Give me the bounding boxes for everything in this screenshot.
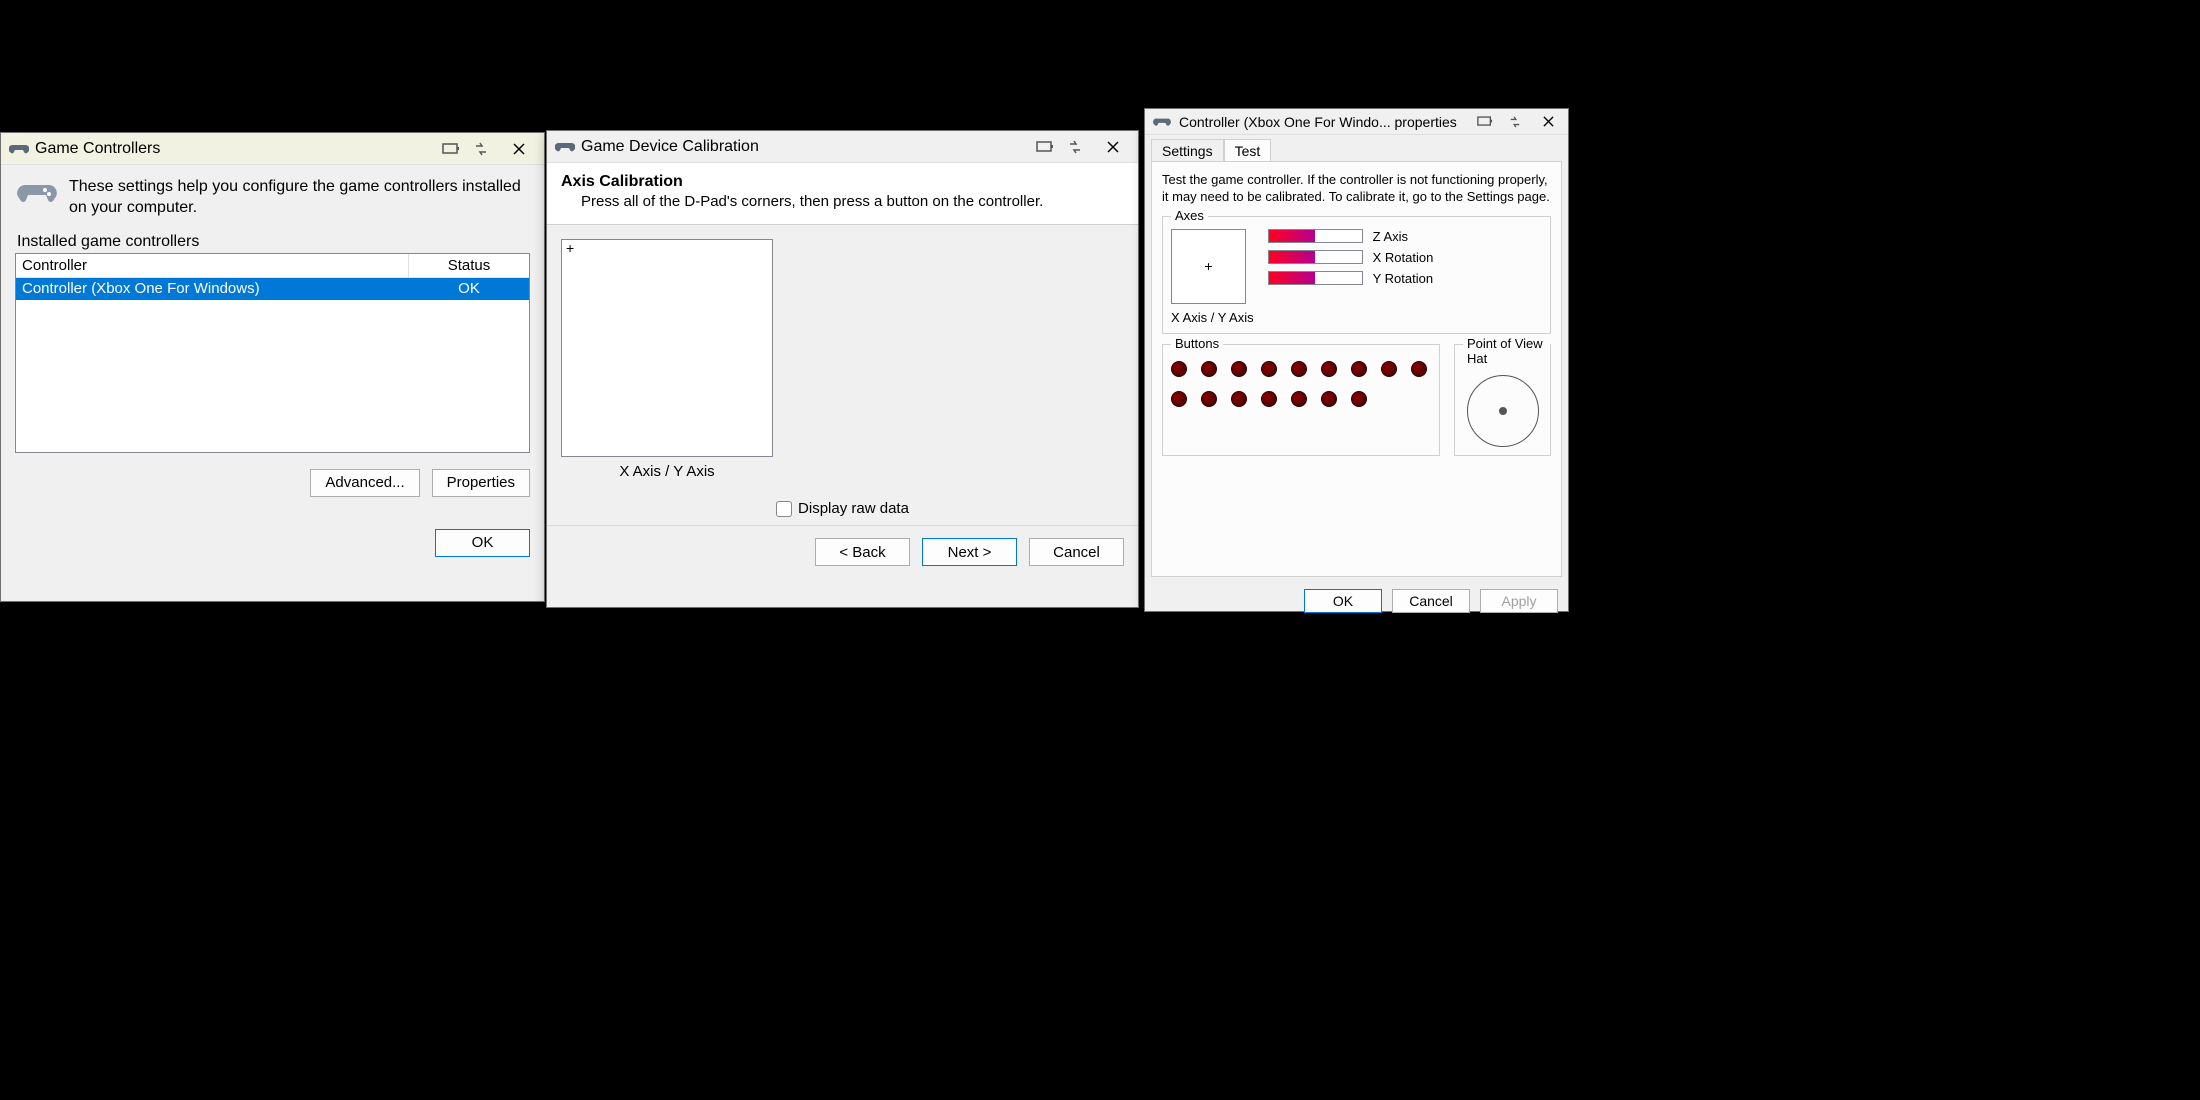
- xy-crosshair: +: [1204, 258, 1212, 274]
- row-controller-name: Controller (Xbox One For Windows): [16, 278, 409, 300]
- display-raw-data-checkbox[interactable]: [776, 501, 792, 517]
- axis-bar-row: X Rotation: [1268, 250, 1434, 265]
- monitor-icon: [442, 142, 460, 156]
- axis-bar: [1268, 250, 1363, 264]
- button-indicator: [1321, 391, 1337, 407]
- refresh-arrows-icon: [1506, 115, 1524, 129]
- list-header: Controller Status: [16, 254, 529, 278]
- axis-bar-row: Y Rotation: [1268, 271, 1434, 286]
- pov-hat-dot: [1499, 407, 1507, 415]
- titlebar-extra-icons: [1476, 115, 1524, 129]
- tab-settings[interactable]: Settings: [1151, 139, 1224, 162]
- axis-crosshair: +: [566, 240, 574, 256]
- installed-controllers-label: Installed game controllers: [1, 227, 544, 253]
- properties-button[interactable]: Properties: [432, 469, 530, 497]
- axis-bar-label: Z Axis: [1373, 229, 1408, 244]
- titlebar[interactable]: Game Device Calibration: [547, 131, 1138, 163]
- close-button[interactable]: [498, 134, 540, 164]
- test-tab-pane: Test the game controller. If the control…: [1151, 161, 1562, 577]
- axis-label: X Axis / Y Axis: [561, 463, 773, 480]
- intro-text: These settings help you configure the ga…: [69, 177, 528, 219]
- buttons-legend: Buttons: [1171, 336, 1223, 351]
- axis-bar-label: Y Rotation: [1373, 271, 1433, 286]
- button-indicator: [1381, 361, 1397, 377]
- calibration-wizard-dialog: Game Device Calibration Axis Calibration…: [546, 130, 1139, 608]
- button-indicator: [1411, 361, 1427, 377]
- button-indicator: [1291, 391, 1307, 407]
- ok-button[interactable]: OK: [435, 529, 530, 557]
- button-indicator: [1351, 361, 1367, 377]
- advanced-button[interactable]: Advanced...: [310, 469, 419, 497]
- button-indicator: [1201, 391, 1217, 407]
- axis-calibration-box[interactable]: +: [561, 239, 773, 457]
- refresh-arrows-icon: [1066, 140, 1084, 154]
- button-indicator: [1261, 391, 1277, 407]
- apply-button[interactable]: Apply: [1480, 589, 1558, 613]
- axis-bar-row: Z Axis: [1268, 229, 1434, 244]
- titlebar-extra-icons: [1036, 140, 1084, 154]
- pov-hat-legend: Point of View Hat: [1463, 336, 1550, 366]
- pov-hat-indicator[interactable]: [1467, 375, 1539, 447]
- xy-axis-box[interactable]: +: [1171, 229, 1246, 304]
- axis-bar-label: X Rotation: [1373, 250, 1434, 265]
- axes-legend: Axes: [1171, 208, 1208, 223]
- list-row[interactable]: Controller (Xbox One For Windows) OK: [16, 278, 529, 300]
- back-button[interactable]: < Back: [815, 538, 910, 566]
- column-status[interactable]: Status: [409, 254, 529, 277]
- titlebar-extra-icons: [442, 142, 490, 156]
- axis-bar: [1268, 229, 1363, 243]
- next-button[interactable]: Next >: [922, 538, 1017, 566]
- button-indicator: [1351, 391, 1367, 407]
- dialog-title: Controller (Xbox One For Windo... proper…: [1179, 114, 1457, 130]
- monitor-icon: [1036, 140, 1054, 154]
- button-indicator: [1231, 361, 1247, 377]
- button-indicator: [1171, 361, 1187, 377]
- cancel-button[interactable]: Cancel: [1392, 589, 1470, 613]
- controller-list[interactable]: Controller Status Controller (Xbox One F…: [15, 253, 530, 453]
- button-indicator: [1291, 361, 1307, 377]
- game-controllers-dialog: Game Controllers These settings help you…: [0, 132, 545, 602]
- wizard-section-title: Axis Calibration: [561, 173, 1124, 191]
- axes-group: Axes + X Axis / Y Axis Z AxisX RotationY…: [1162, 216, 1551, 334]
- dialog-title: Game Controllers: [35, 140, 160, 158]
- display-raw-data-label: Display raw data: [798, 500, 909, 517]
- button-indicator: [1171, 391, 1187, 407]
- test-description: Test the game controller. If the control…: [1162, 172, 1551, 206]
- gamepad-icon: [555, 139, 575, 155]
- buttons-group: Buttons: [1162, 344, 1440, 456]
- button-indicator: [1231, 391, 1247, 407]
- button-indicator: [1321, 361, 1337, 377]
- titlebar[interactable]: Game Controllers: [1, 133, 544, 165]
- controller-properties-dialog: Controller (Xbox One For Windo... proper…: [1144, 108, 1569, 612]
- close-button[interactable]: [1532, 110, 1564, 134]
- axis-bar: [1268, 271, 1363, 285]
- gamepad-icon: [9, 141, 29, 157]
- ok-button[interactable]: OK: [1304, 589, 1382, 613]
- cancel-button[interactable]: Cancel: [1029, 538, 1124, 566]
- column-controller[interactable]: Controller: [16, 254, 409, 277]
- pov-hat-group: Point of View Hat: [1454, 344, 1551, 456]
- dialog-title: Game Device Calibration: [581, 138, 759, 156]
- xy-axis-label: X Axis / Y Axis: [1171, 310, 1254, 325]
- button-indicator: [1261, 361, 1277, 377]
- wizard-section-subtitle: Press all of the D-Pad's corners, then p…: [561, 191, 1124, 214]
- refresh-arrows-icon: [472, 142, 490, 156]
- row-controller-status: OK: [409, 278, 529, 300]
- gamepad-icon: [1153, 114, 1173, 130]
- tab-test[interactable]: Test: [1224, 139, 1272, 162]
- close-button[interactable]: [1092, 132, 1134, 162]
- gamepad-large-icon: [17, 177, 57, 219]
- titlebar[interactable]: Controller (Xbox One For Windo... proper…: [1145, 109, 1568, 135]
- tab-strip: Settings Test: [1145, 135, 1568, 161]
- button-indicator: [1201, 361, 1217, 377]
- monitor-icon: [1476, 115, 1494, 129]
